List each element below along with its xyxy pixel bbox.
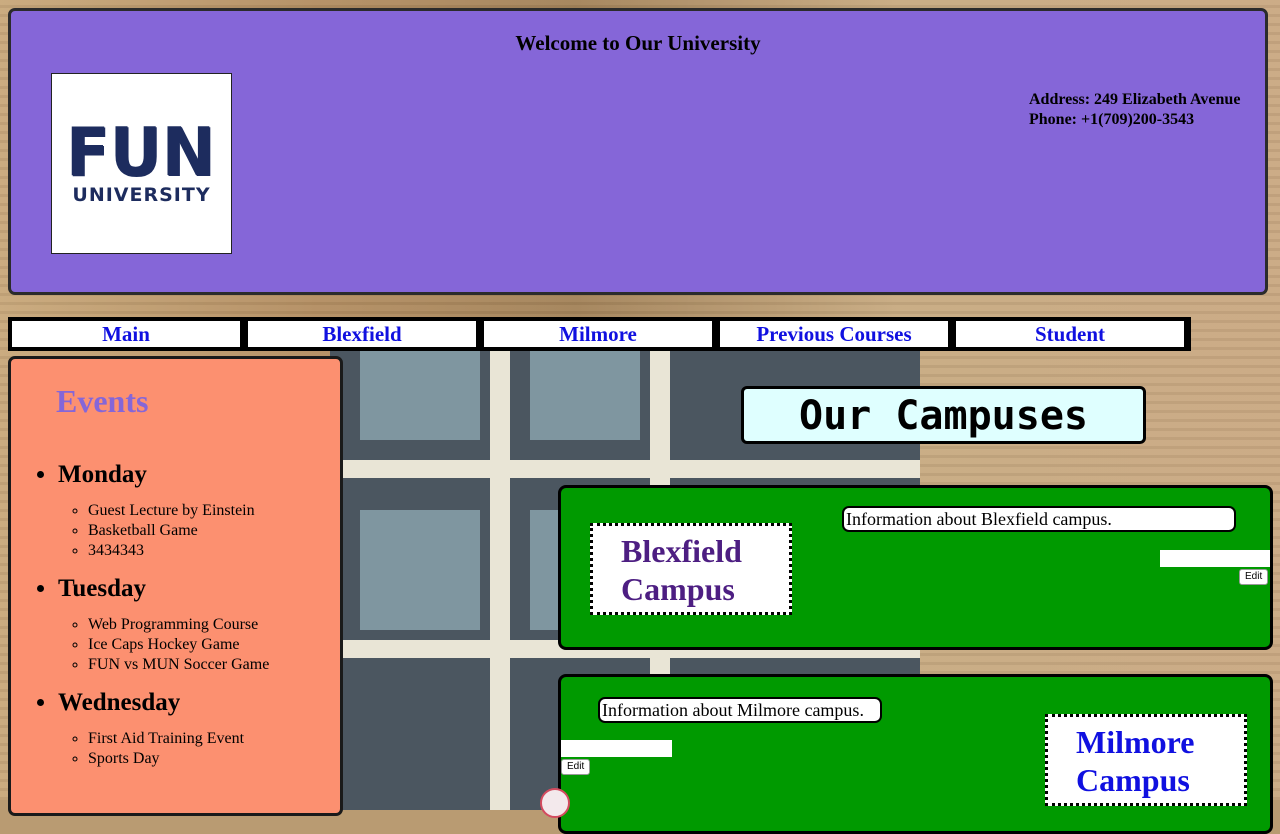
- events-day-list: Monday Guest Lecture by Einstein Basketb…: [16, 461, 269, 783]
- nav-link-main[interactable]: Main: [12, 321, 240, 347]
- event-day: Tuesday Web Programming Course Ice Caps …: [58, 575, 269, 675]
- site-header: Welcome to Our University FUN UNIVERSITY…: [8, 8, 1268, 295]
- event-item: 3434343: [88, 541, 269, 561]
- events-heading: Events: [56, 383, 149, 419]
- event-day: Monday Guest Lecture by Einstein Basketb…: [58, 461, 269, 561]
- campus-card-milmore: Information about Milmore campus. Edit M…: [558, 674, 1273, 834]
- campus-info-blexfield: Information about Blexfield campus.: [842, 506, 1236, 532]
- events-panel: Events Monday Guest Lecture by Einstein …: [8, 356, 343, 816]
- campus-name-milmore: Milmore Campus: [1045, 714, 1247, 806]
- campus-name-blexfield: Blexfield Campus: [590, 523, 792, 615]
- campuses-heading: Our Campuses: [741, 386, 1146, 444]
- main-nav: Main Blexfield Milmore Previous Courses …: [8, 317, 1191, 351]
- edit-button-blexfield[interactable]: Edit: [1239, 569, 1269, 585]
- event-item: Guest Lecture by Einstein: [88, 501, 269, 521]
- nav-link-milmore[interactable]: Milmore: [484, 321, 712, 347]
- event-day: Wednesday First Aid Training Event Sport…: [58, 689, 269, 769]
- event-item: Ice Caps Hockey Game: [88, 635, 269, 655]
- event-item: Sports Day: [88, 749, 269, 769]
- contact-info: Address: 249 Elizabeth Avenue Phone: +1(…: [1029, 90, 1240, 130]
- page-title: Welcome to Our University: [515, 31, 761, 55]
- edit-button-milmore[interactable]: Edit: [561, 759, 591, 775]
- event-item: FUN vs MUN Soccer Game: [88, 655, 269, 675]
- event-item: First Aid Training Event: [88, 729, 269, 749]
- edit-input-milmore[interactable]: [561, 740, 672, 757]
- nav-link-previous-courses[interactable]: Previous Courses: [720, 321, 948, 347]
- floating-badge-icon: [540, 788, 570, 818]
- campus-info-milmore: Information about Milmore campus.: [598, 697, 882, 723]
- address-text: Address: 249 Elizabeth Avenue: [1029, 91, 1241, 108]
- event-item: Basketball Game: [88, 521, 269, 541]
- edit-input-blexfield[interactable]: [1160, 550, 1270, 567]
- nav-link-blexfield[interactable]: Blexfield: [248, 321, 476, 347]
- phone-text: Phone: +1(709)200-3543: [1029, 111, 1195, 128]
- event-item: Web Programming Course: [88, 615, 269, 635]
- university-logo: FUN UNIVERSITY: [51, 73, 232, 254]
- campus-card-blexfield: Blexfield Campus Information about Blexf…: [558, 485, 1273, 650]
- nav-link-student[interactable]: Student: [956, 321, 1184, 347]
